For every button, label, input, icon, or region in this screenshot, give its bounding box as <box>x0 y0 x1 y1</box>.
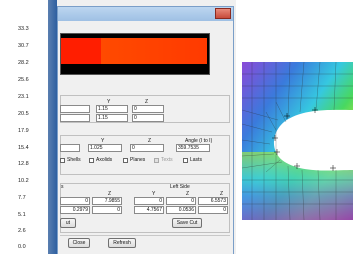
show-planes-checkbox[interactable] <box>123 158 128 163</box>
dialog-body: Y Z 1.15 0 1.15 0 Y Z Angle (I to I) 1.0… <box>57 21 234 254</box>
show-shells-label: Shells <box>67 157 81 163</box>
scale-tick: 5.1 <box>18 212 26 218</box>
save-cut-left-button[interactable]: ut <box>60 218 76 228</box>
scale-tick: 33.3 <box>18 26 29 32</box>
results-r1-c3: 0 <box>134 197 164 205</box>
results-r2-c3: 4.7567 <box>134 206 164 214</box>
scale-tick: 2.6 <box>18 228 26 234</box>
coord-x-field[interactable] <box>60 105 90 113</box>
show-planes-label: Planes <box>130 157 146 163</box>
scale-tick: 17.9 <box>18 128 29 134</box>
scale-tick: 25.6 <box>18 77 29 83</box>
scale-tick: 10.2 <box>18 178 29 184</box>
results-r2-c2: 0 <box>92 206 122 214</box>
footer-divider <box>60 235 230 236</box>
results-r2-c5: 0 <box>198 206 228 214</box>
color-bar-preview <box>60 33 210 75</box>
orient-y-field[interactable]: 1.025 <box>88 144 122 152</box>
color-bar-orange <box>101 38 207 64</box>
contour-scale: 33.3 30.7 28.2 25.6 23.1 20.5 17.9 15.4 … <box>0 0 48 254</box>
close-button[interactable]: Close <box>68 238 90 248</box>
show-lasts-label: Lasts <box>190 157 202 163</box>
show-texts-checkbox[interactable] <box>154 158 159 163</box>
scale-tick: 12.8 <box>18 161 29 167</box>
show-axolids-checkbox[interactable] <box>89 158 94 163</box>
show-lasts-checkbox[interactable] <box>183 158 188 163</box>
orient-z-field[interactable]: 0 <box>130 144 164 152</box>
refresh-button[interactable]: Refresh <box>108 238 136 248</box>
results-r1-c1: 0 <box>60 197 90 205</box>
scale-tick: 0.0 <box>18 244 26 250</box>
coord-z2-field[interactable]: 0 <box>132 114 164 122</box>
scale-tick: 28.2 <box>18 60 29 66</box>
scale-tick: 30.7 <box>18 43 29 49</box>
coord-y-field[interactable]: 1.15 <box>96 105 128 113</box>
dialog-titlebar[interactable] <box>57 6 234 22</box>
results-r1-c2: 7.9855 <box>92 197 122 205</box>
results-r1-c4: 0 <box>166 197 196 205</box>
window-left-border <box>48 0 57 254</box>
save-cut-button[interactable]: Save Cut <box>172 218 202 228</box>
results-r1-c5: 6.5573 <box>198 197 228 205</box>
coord-x2-field[interactable] <box>60 114 90 122</box>
results-left-header: s <box>61 184 64 190</box>
show-texts-label: Texts <box>161 157 173 163</box>
scale-tick: 15.4 <box>18 145 29 151</box>
results-r2-c4: 0.0536 <box>166 206 196 214</box>
show-shells-checkbox[interactable] <box>60 158 65 163</box>
orient-x-field[interactable] <box>60 144 80 152</box>
results-right-header: Left Side <box>170 184 190 190</box>
section-cut-dialog: Y Z 1.15 0 1.15 0 Y Z Angle (I to I) 1.0… <box>48 0 236 254</box>
coord-y2-field[interactable]: 1.15 <box>96 114 128 122</box>
scale-tick: 20.5 <box>18 111 29 117</box>
scale-tick: 7.7 <box>18 195 26 201</box>
color-bar-red <box>61 38 101 64</box>
results-r2-c1: 0.2979 <box>60 206 90 214</box>
show-axolids-label: Axolids <box>96 157 113 163</box>
contour-mesh-plot <box>242 62 353 220</box>
scale-tick: 23.1 <box>18 94 29 100</box>
close-icon[interactable] <box>215 8 231 19</box>
coord-z-field[interactable]: 0 <box>132 105 164 113</box>
orient-angle-field[interactable]: 359.7535 <box>176 144 210 152</box>
